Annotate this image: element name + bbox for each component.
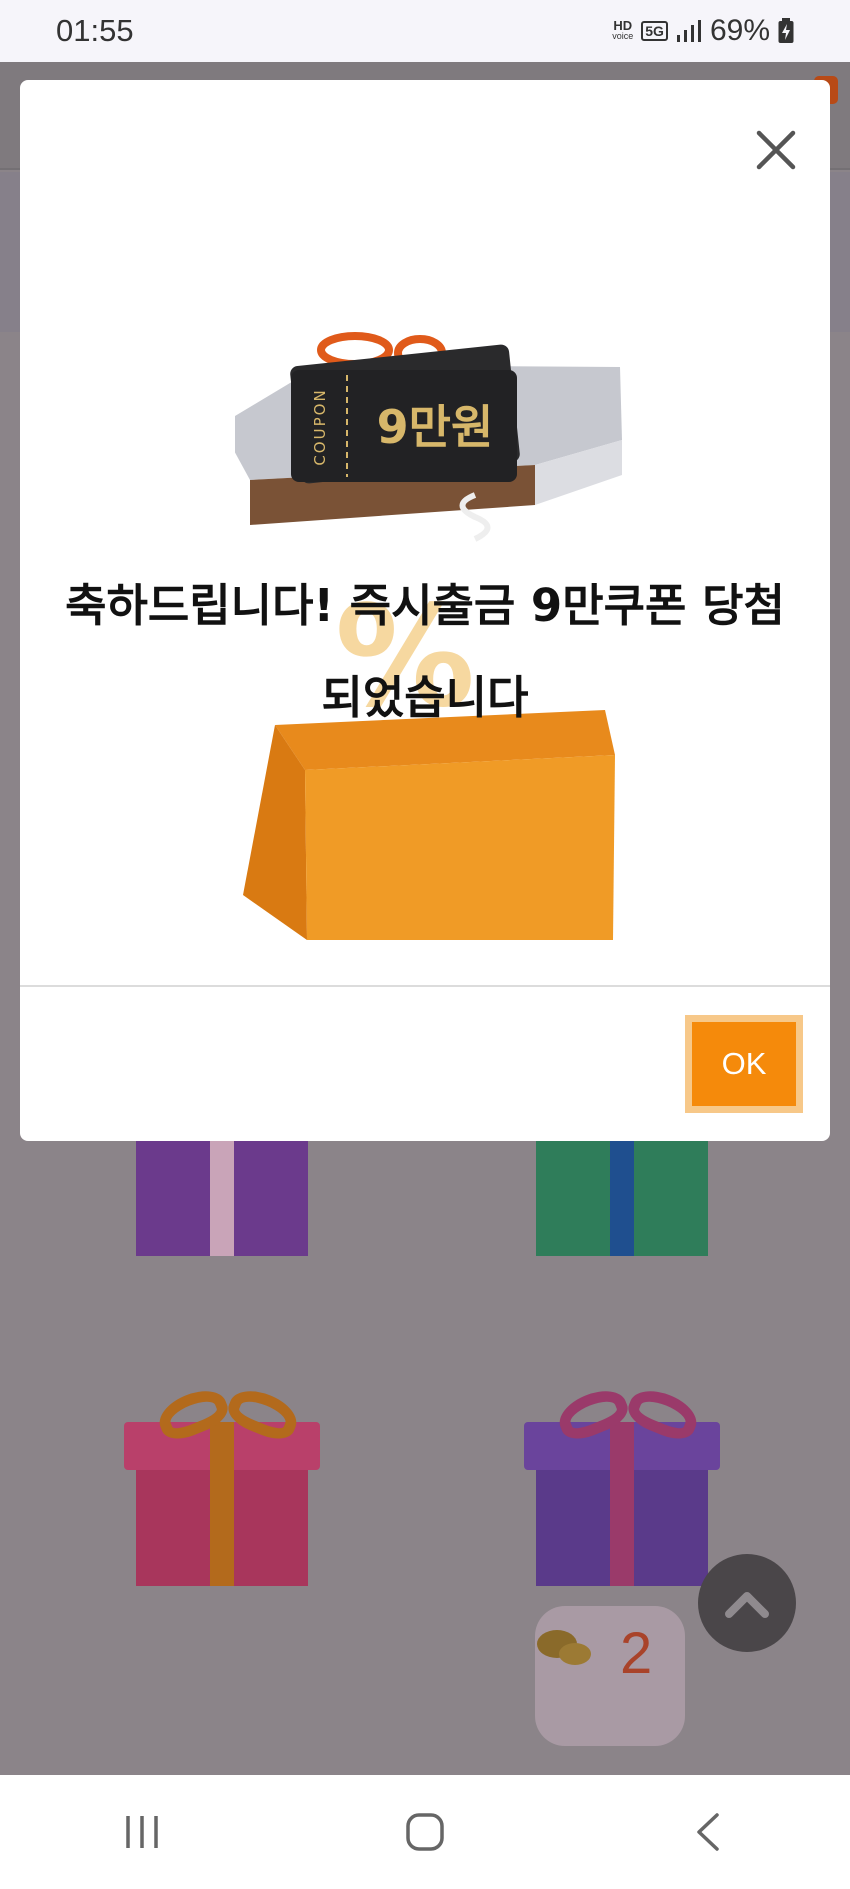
close-icon xyxy=(756,130,796,170)
back-icon xyxy=(697,1813,720,1851)
navigation-bar xyxy=(0,1775,850,1889)
chat-button[interactable] xyxy=(535,1606,685,1746)
coupon-word: COUPON xyxy=(311,388,329,465)
prize-dialog: COUPON 9만원 % 축하드립니다! 즉시출금 9만쿠폰 당첨 되었습니다 … xyxy=(20,80,830,1141)
battery-charging-icon xyxy=(778,18,794,43)
back-button[interactable] xyxy=(648,1792,768,1872)
prize-message-line2: 되었습니다 xyxy=(321,671,529,724)
signal-icon xyxy=(676,20,701,42)
gift-box-violet[interactable] xyxy=(524,1382,720,1592)
status-bar: 01:55 HD voice 5G 69% xyxy=(0,0,850,62)
recent-apps-icon xyxy=(125,1816,158,1848)
home-icon xyxy=(406,1813,444,1851)
battery-percent: 69% xyxy=(709,14,770,47)
prize-message-line1: 축하드립니다! 즉시출금 9만쿠폰 당첨 xyxy=(65,579,785,632)
gift-box-pink[interactable] xyxy=(124,1382,320,1592)
status-time: 01:55 xyxy=(56,13,134,48)
scroll-top-button[interactable] xyxy=(698,1554,796,1652)
status-icons: HD voice 5G 69% xyxy=(612,14,794,48)
chevron-up-icon xyxy=(725,1592,769,1618)
recent-apps-button[interactable] xyxy=(82,1792,202,1872)
coupon-amount: 9만원 xyxy=(377,400,494,454)
chat-icon xyxy=(537,1630,591,1665)
dialog-divider xyxy=(20,985,830,987)
prize-message: 축하드립니다! 즉시출금 9만쿠폰 당첨 되었습니다 xyxy=(20,560,830,744)
close-button[interactable] xyxy=(748,122,804,178)
chat-unread-count: 2 xyxy=(620,1621,653,1686)
home-button[interactable] xyxy=(365,1792,485,1872)
ok-button[interactable]: OK xyxy=(685,1015,803,1113)
network-5g-icon: 5G xyxy=(641,21,668,41)
hd-voice-icon: HD voice xyxy=(612,18,634,41)
